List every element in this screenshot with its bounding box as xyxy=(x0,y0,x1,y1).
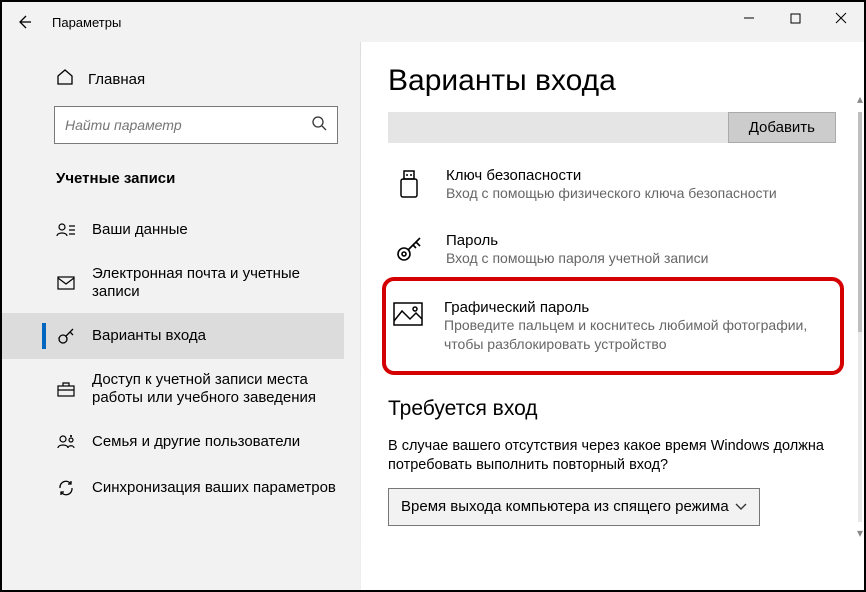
option-title: Пароль xyxy=(446,232,708,249)
search-icon xyxy=(311,115,327,136)
option-text: Графический пароль Проведите пальцем и к… xyxy=(444,299,832,352)
signin-option-password[interactable]: Пароль Вход с помощью пароля учетной зап… xyxy=(388,226,836,273)
settings-window: Параметры Главная xyxy=(0,0,866,592)
require-signin-select[interactable]: Время выхода компьютера из спящего режим… xyxy=(388,488,760,526)
content: Варианты входа Добавить Ключ безопасност… xyxy=(360,42,864,590)
sidebar-item-sync[interactable]: Синхронизация ваших параметров xyxy=(2,465,344,511)
sync-icon xyxy=(56,479,76,497)
sidebar-item-label: Ваши данные xyxy=(92,221,344,239)
signin-option-picture-password[interactable]: Графический пароль Проведите пальцем и к… xyxy=(388,293,836,358)
window-title: Параметры xyxy=(46,15,121,30)
window-controls xyxy=(726,2,864,34)
scroll-thumb[interactable] xyxy=(858,112,862,332)
home-label: Главная xyxy=(88,71,145,88)
body: Главная Учетные записи xyxy=(2,42,864,590)
people-icon xyxy=(56,434,76,450)
person-badge-icon xyxy=(56,222,76,238)
close-button[interactable] xyxy=(818,2,864,34)
mail-icon xyxy=(56,276,76,290)
option-text: Ключ безопасности Вход с помощью физичес… xyxy=(446,167,777,202)
section-title: Учетные записи xyxy=(56,170,344,187)
option-title: Графический пароль xyxy=(444,299,832,316)
sidebar: Главная Учетные записи xyxy=(2,42,360,590)
back-button[interactable] xyxy=(2,2,46,42)
maximize-button[interactable] xyxy=(772,2,818,34)
sidebar-item-label: Доступ к учетной записи места работы или… xyxy=(92,371,344,407)
scrollbar[interactable]: ▴ ▾ xyxy=(858,112,862,522)
sidebar-item-signin-options[interactable]: Варианты входа xyxy=(2,313,344,359)
sidebar-item-your-info[interactable]: Ваши данные xyxy=(2,207,344,253)
scroll-down-icon[interactable]: ▾ xyxy=(852,526,864,542)
scroll-up-icon[interactable]: ▴ xyxy=(852,92,864,108)
sidebar-item-label: Синхронизация ваших параметров xyxy=(92,479,344,497)
option-title: Ключ безопасности xyxy=(446,167,777,184)
briefcase-icon xyxy=(56,381,76,397)
nav: Ваши данные Электронная почта и учетные … xyxy=(2,207,344,511)
option-text: Пароль Вход с помощью пароля учетной зап… xyxy=(446,232,708,267)
add-row: Добавить xyxy=(388,112,836,143)
add-button[interactable]: Добавить xyxy=(728,112,836,143)
option-desc: Вход с помощью пароля учетной записи xyxy=(446,249,708,267)
key-icon xyxy=(56,327,76,345)
subsection-desc: В случае вашего отсутствия через какое в… xyxy=(388,437,836,476)
option-desc: Вход с помощью физического ключа безопас… xyxy=(446,184,777,202)
subsection-heading: Требуется вход xyxy=(388,397,858,421)
minimize-button[interactable] xyxy=(726,2,772,34)
sidebar-item-family[interactable]: Семья и другие пользователи xyxy=(2,419,344,465)
sidebar-item-label: Семья и другие пользователи xyxy=(92,433,344,451)
chevron-down-icon xyxy=(735,498,747,515)
search-field[interactable] xyxy=(65,117,311,133)
home-icon xyxy=(56,68,74,90)
highlight-annotation: Графический пароль Проведите пальцем и к… xyxy=(382,277,844,374)
signin-option-security-key[interactable]: Ключ безопасности Вход с помощью физичес… xyxy=(388,161,836,208)
home-link[interactable]: Главная xyxy=(50,64,344,106)
search-input[interactable] xyxy=(54,106,338,144)
page-title: Варианты входа xyxy=(388,64,858,98)
option-desc: Проведите пальцем и коснитесь любимой фо… xyxy=(444,316,832,352)
sidebar-item-work-school[interactable]: Доступ к учетной записи места работы или… xyxy=(2,359,344,419)
key-outline-icon xyxy=(392,232,426,267)
usb-key-icon xyxy=(392,167,426,202)
titlebar: Параметры xyxy=(2,2,864,42)
sidebar-item-label: Электронная почта и учетные записи xyxy=(92,265,344,301)
select-value: Время выхода компьютера из спящего режим… xyxy=(401,498,729,515)
sidebar-item-email-accounts[interactable]: Электронная почта и учетные записи xyxy=(2,253,344,313)
picture-icon xyxy=(392,299,424,352)
sidebar-item-label: Варианты входа xyxy=(92,327,344,345)
